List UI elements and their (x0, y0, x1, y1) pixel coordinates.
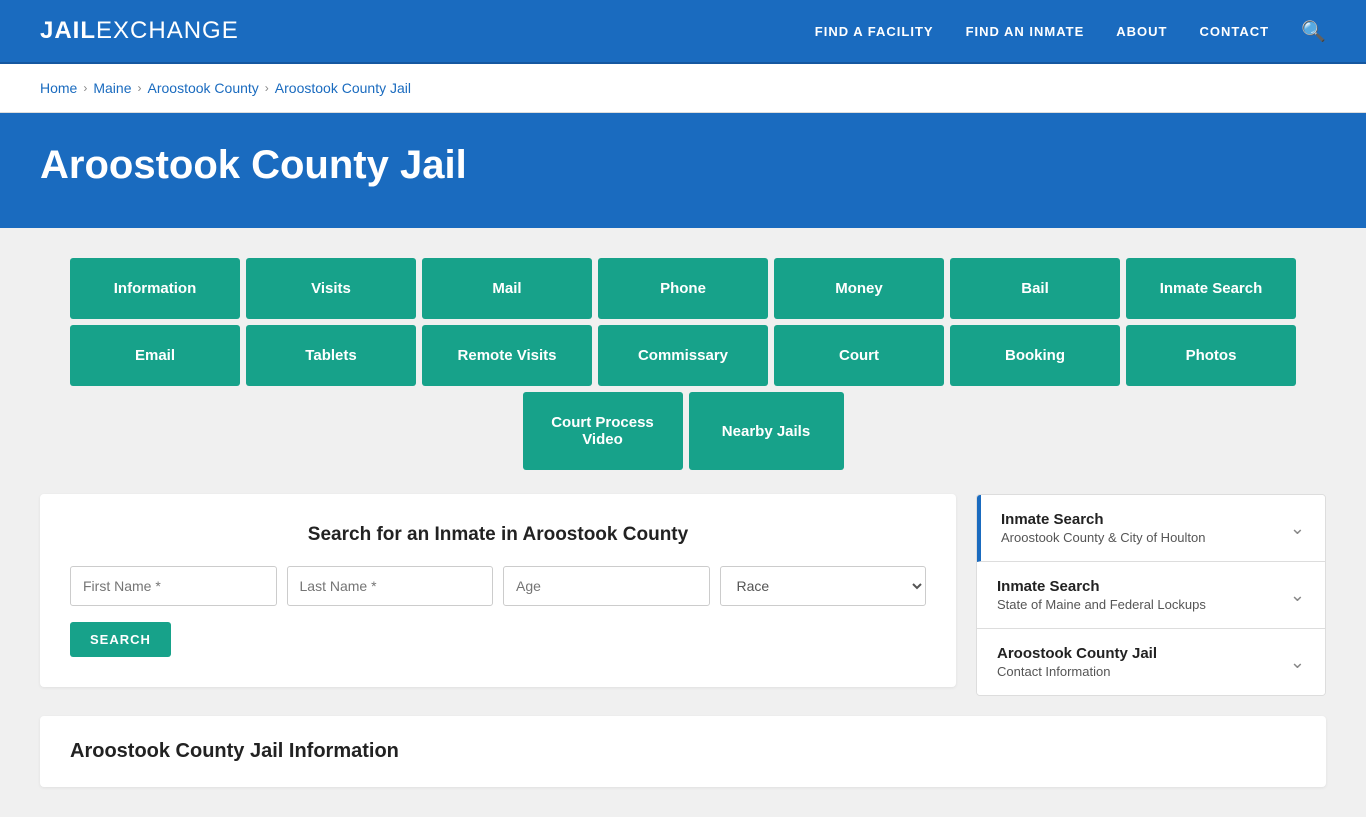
breadcrumb-current[interactable]: Aroostook County Jail (275, 80, 411, 96)
last-name-input[interactable] (287, 566, 494, 606)
btn-inmate-search[interactable]: Inmate Search (1126, 258, 1296, 319)
grid-row-3: Court Process Video Nearby Jails (40, 392, 1326, 470)
navbar: JAILEXCHANGE FIND A FACILITY FIND AN INM… (0, 0, 1366, 64)
page-title: Aroostook County Jail (40, 143, 1326, 188)
sidebar-item-2-title: Inmate Search (997, 578, 1206, 595)
breadcrumb-maine[interactable]: Maine (93, 80, 131, 96)
btn-email[interactable]: Email (70, 325, 240, 386)
search-button[interactable]: SEARCH (70, 622, 171, 657)
sidebar-item-1-text: Inmate Search Aroostook County & City of… (1001, 511, 1206, 545)
search-title: Search for an Inmate in Aroostook County (70, 524, 926, 546)
grid-row-2: Email Tablets Remote Visits Commissary C… (40, 325, 1326, 386)
btn-mail[interactable]: Mail (422, 258, 592, 319)
first-name-input[interactable] (70, 566, 277, 606)
sidebar-panel: Inmate Search Aroostook County & City of… (976, 494, 1326, 696)
category-button-grid: Information Visits Mail Phone Money Bail… (40, 258, 1326, 470)
btn-visits[interactable]: Visits (246, 258, 416, 319)
btn-commissary[interactable]: Commissary (598, 325, 768, 386)
btn-court-process-video[interactable]: Court Process Video (523, 392, 683, 470)
search-fields-row: Race White Black Hispanic Asian Other (70, 566, 926, 606)
nav-find-facility[interactable]: FIND A FACILITY (815, 24, 934, 39)
btn-nearby-jails[interactable]: Nearby Jails (689, 392, 844, 470)
sidebar-item-3-text: Aroostook County Jail Contact Informatio… (997, 645, 1157, 679)
sidebar-item-3[interactable]: Aroostook County Jail Contact Informatio… (977, 629, 1325, 695)
btn-money[interactable]: Money (774, 258, 944, 319)
logo-exchange: EXCHANGE (96, 17, 239, 44)
sidebar-item-1[interactable]: Inmate Search Aroostook County & City of… (977, 495, 1325, 562)
breadcrumb-sep-2: › (138, 81, 142, 95)
breadcrumb: Home › Maine › Aroostook County › Aroost… (0, 64, 1366, 113)
site-logo[interactable]: JAILEXCHANGE (40, 17, 239, 45)
grid-row-1: Information Visits Mail Phone Money Bail… (40, 258, 1326, 319)
sidebar-item-3-title: Aroostook County Jail (997, 645, 1157, 662)
btn-remote-visits[interactable]: Remote Visits (422, 325, 592, 386)
inmate-search-box: Search for an Inmate in Aroostook County… (40, 494, 956, 687)
nav-links: FIND A FACILITY FIND AN INMATE ABOUT CON… (815, 19, 1326, 44)
btn-court[interactable]: Court (774, 325, 944, 386)
nav-contact[interactable]: CONTACT (1200, 24, 1270, 39)
btn-booking[interactable]: Booking (950, 325, 1120, 386)
sidebar-item-1-title: Inmate Search (1001, 511, 1206, 528)
logo-jail: JAIL (40, 17, 96, 44)
breadcrumb-county[interactable]: Aroostook County (148, 80, 259, 96)
bottom-info-section: Aroostook County Jail Information (40, 716, 1326, 787)
btn-tablets[interactable]: Tablets (246, 325, 416, 386)
btn-photos[interactable]: Photos (1126, 325, 1296, 386)
btn-bail[interactable]: Bail (950, 258, 1120, 319)
nav-about[interactable]: ABOUT (1116, 24, 1167, 39)
sidebar-item-1-subtitle: Aroostook County & City of Houlton (1001, 530, 1206, 545)
btn-phone[interactable]: Phone (598, 258, 768, 319)
sidebar-item-2[interactable]: Inmate Search State of Maine and Federal… (977, 562, 1325, 629)
btn-information[interactable]: Information (70, 258, 240, 319)
breadcrumb-home[interactable]: Home (40, 80, 77, 96)
race-select[interactable]: Race White Black Hispanic Asian Other (720, 566, 927, 606)
chevron-down-icon-1: ⌄ (1290, 518, 1305, 539)
age-input[interactable] (503, 566, 710, 606)
search-icon-button[interactable]: 🔍 (1301, 19, 1326, 44)
chevron-down-icon-3: ⌄ (1290, 652, 1305, 673)
lower-section: Search for an Inmate in Aroostook County… (40, 494, 1326, 696)
sidebar-item-3-subtitle: Contact Information (997, 664, 1157, 679)
breadcrumb-sep-1: › (83, 81, 87, 95)
sidebar-item-2-text: Inmate Search State of Maine and Federal… (997, 578, 1206, 612)
breadcrumb-sep-3: › (265, 81, 269, 95)
bottom-info-title: Aroostook County Jail Information (70, 740, 1296, 763)
sidebar-item-2-subtitle: State of Maine and Federal Lockups (997, 597, 1206, 612)
hero-section: Aroostook County Jail (0, 113, 1366, 228)
nav-find-inmate[interactable]: FIND AN INMATE (966, 24, 1085, 39)
chevron-down-icon-2: ⌄ (1290, 585, 1305, 606)
main-content: Information Visits Mail Phone Money Bail… (0, 228, 1366, 817)
